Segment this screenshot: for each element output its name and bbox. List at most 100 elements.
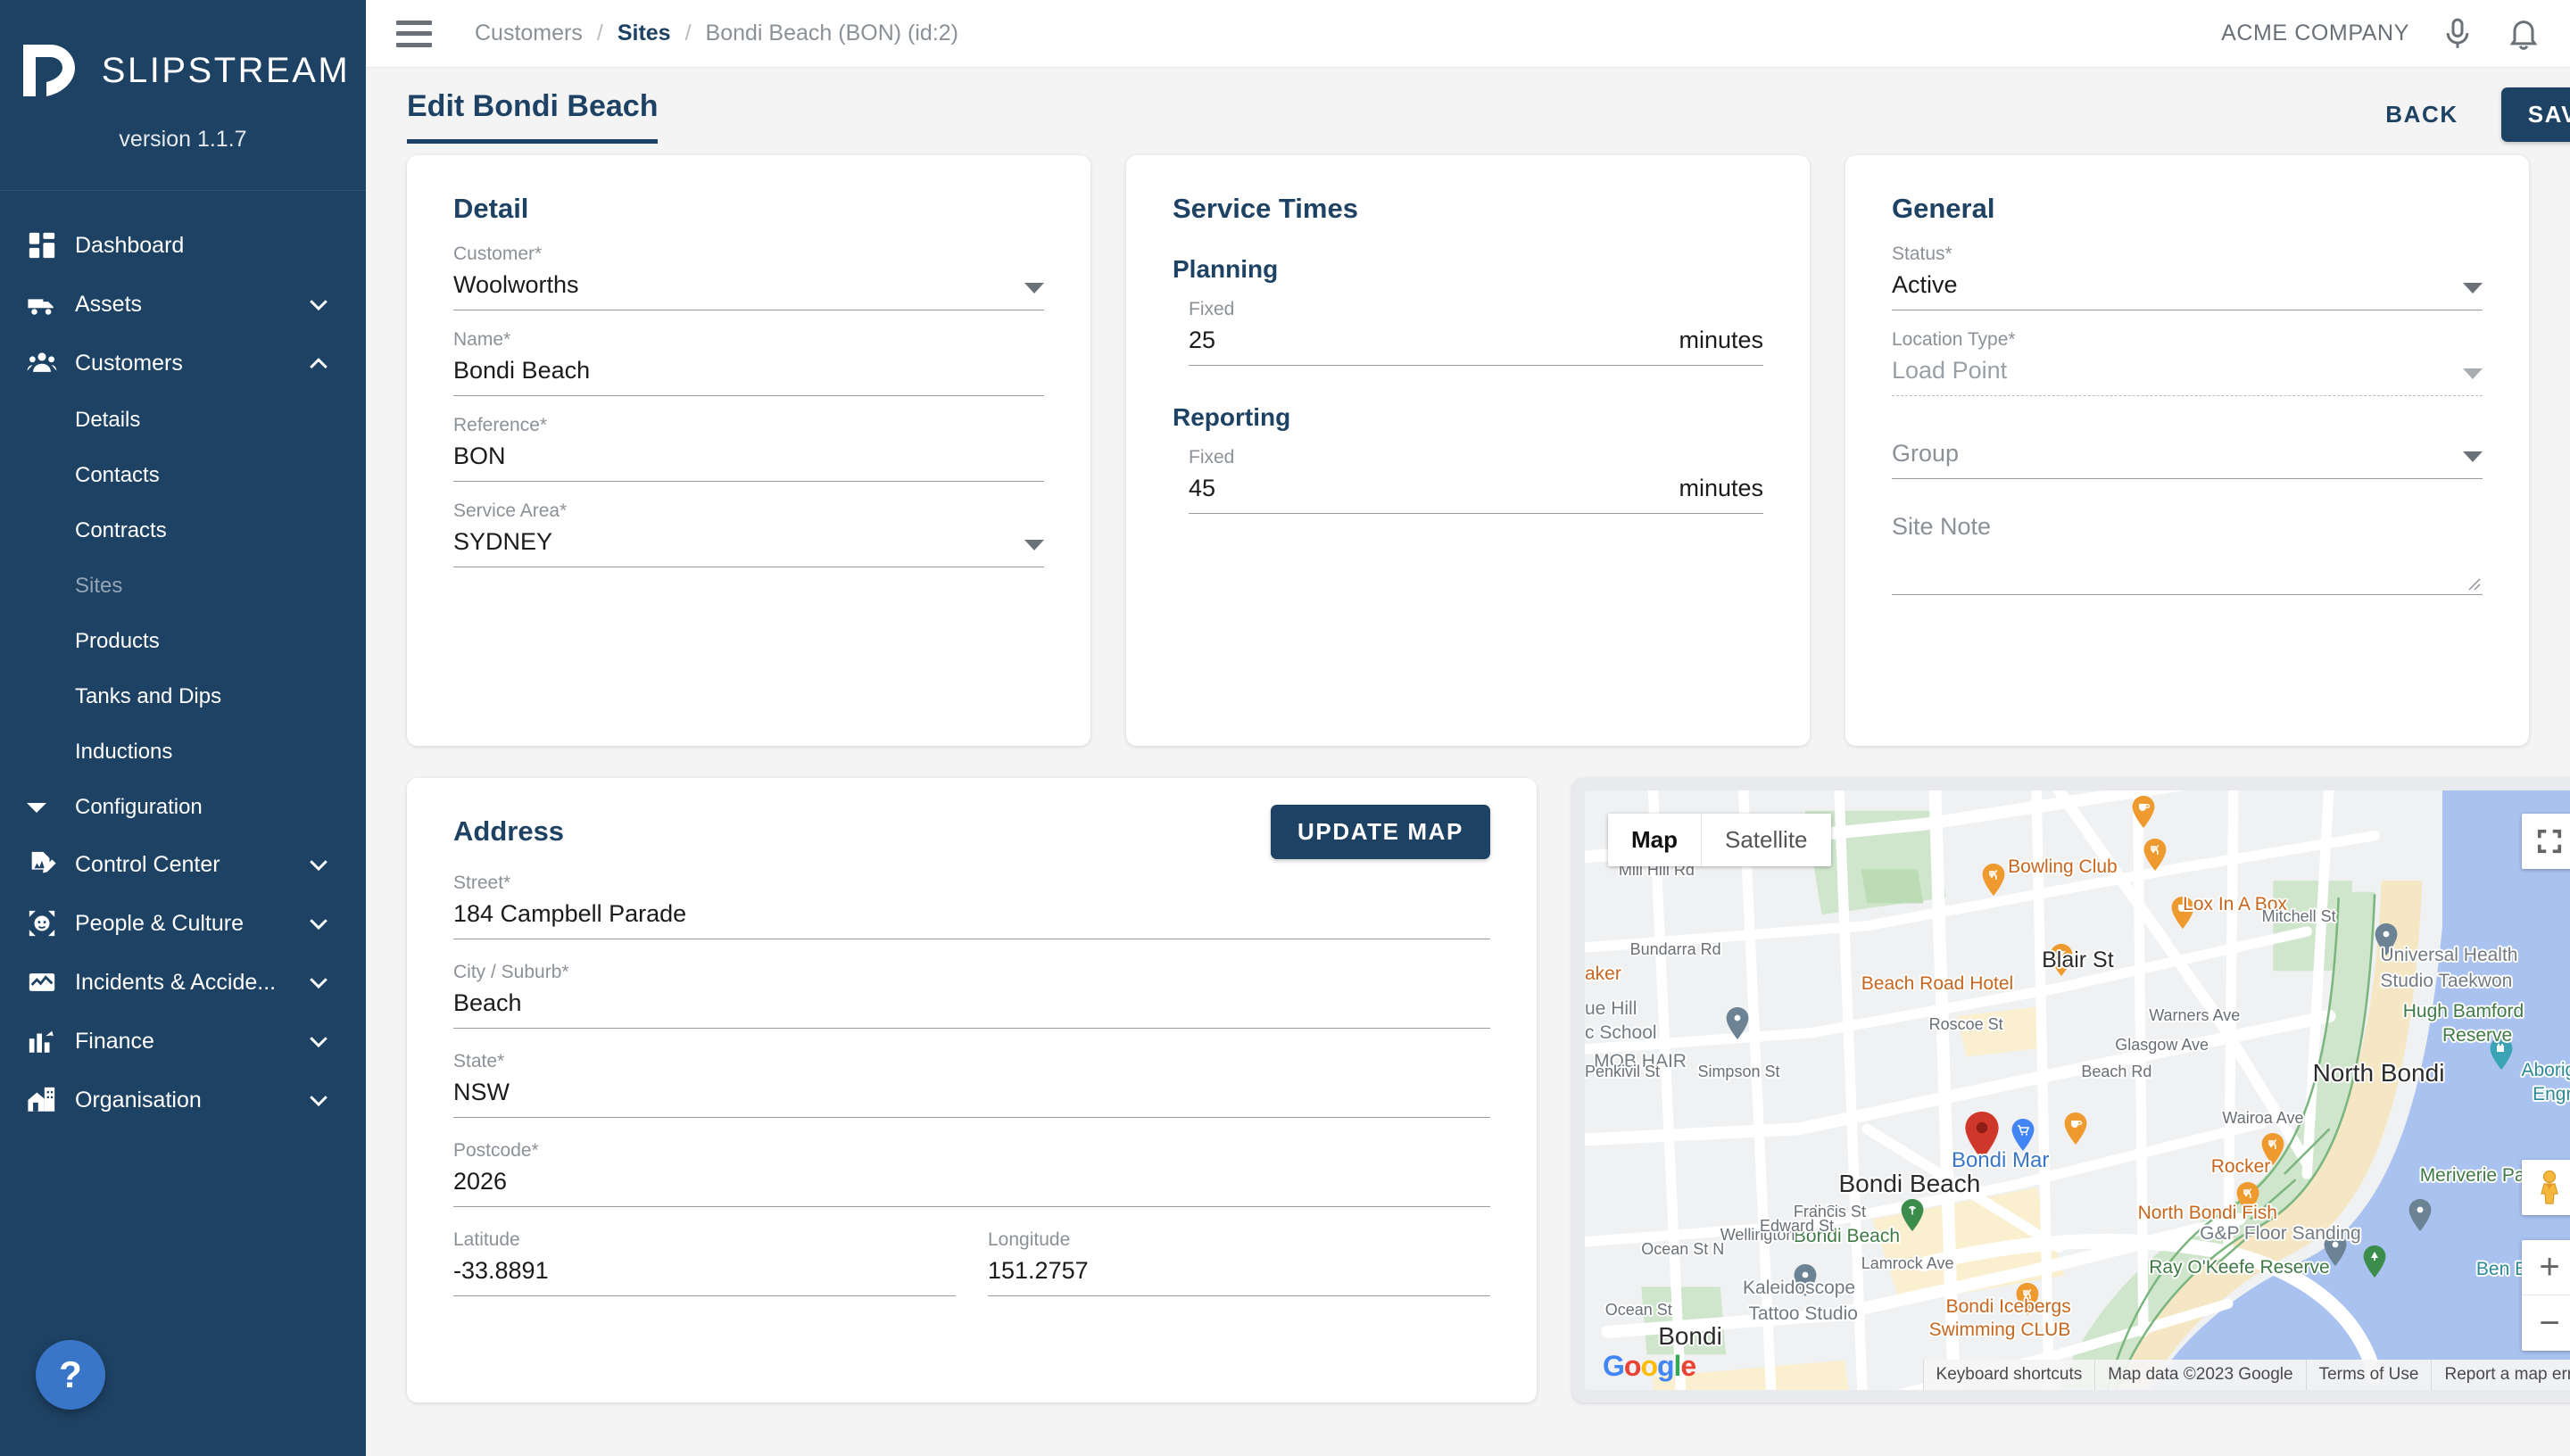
- sidebar-item-products[interactable]: Products: [0, 614, 366, 669]
- keyboard-shortcuts-link[interactable]: Keyboard shortcuts: [1922, 1360, 2095, 1390]
- map-pin-cart[interactable]: [2011, 1119, 2035, 1152]
- field-name-label: Name*: [453, 329, 511, 350]
- chevron-down-icon[interactable]: [305, 851, 332, 878]
- field-planning-fixed-control[interactable]: 25 minutes: [1189, 318, 1763, 366]
- sidebar-item-incidents-accide[interactable]: Incidents & Accide...: [0, 953, 366, 1012]
- map-label: Lamrock Ave: [1861, 1253, 1954, 1272]
- field-status: Status* Active: [1892, 244, 2483, 310]
- chevron-down-icon[interactable]: [305, 969, 332, 996]
- sidebar-item-configuration[interactable]: Configuration: [0, 780, 366, 835]
- field-longitude: Longitude 151.2757: [988, 1230, 1490, 1296]
- field-latitude-control[interactable]: -33.8891: [453, 1249, 956, 1296]
- field-postcode-control[interactable]: 2026: [453, 1160, 1490, 1207]
- breadcrumb-item-sites[interactable]: Sites: [618, 21, 671, 46]
- map-label: Penkivil St: [1585, 1062, 1661, 1080]
- notification-bell-icon[interactable]: [2506, 16, 2541, 52]
- field-service-area-control[interactable]: SYDNEY: [453, 520, 1044, 567]
- sidebar-item-dashboard[interactable]: Dashboard: [0, 216, 366, 275]
- field-name: Name* Bondi Beach: [453, 330, 1044, 396]
- report-map-error-link[interactable]: Report a map error: [2431, 1360, 2570, 1390]
- chevron-up-icon[interactable]: [305, 350, 332, 376]
- sidebar-item-control-center[interactable]: Control Center: [0, 835, 366, 894]
- field-customer-control[interactable]: Woolworths: [453, 263, 1044, 310]
- field-state-control[interactable]: NSW: [453, 1071, 1490, 1118]
- field-street-control[interactable]: 184 Campbell Parade: [453, 892, 1490, 939]
- sidebar-item-label: Dashboard: [75, 232, 185, 258]
- resize-handle-icon[interactable]: [2465, 575, 2481, 591]
- slipstream-logo-icon: [16, 37, 82, 103]
- map-pin-park[interactable]: [1901, 1198, 1924, 1231]
- map-pin-restaurant[interactable]: [2143, 839, 2167, 872]
- sidebar-item-label: Products: [75, 629, 160, 653]
- sidebar-item-assets[interactable]: Assets: [0, 275, 366, 334]
- document-edit-icon: [27, 849, 75, 880]
- map-pin-dot[interactable]: [1726, 1007, 1749, 1040]
- sidebar-item-people-culture[interactable]: People & Culture: [0, 894, 366, 953]
- field-customer-value: Woolworths: [453, 271, 579, 298]
- back-button[interactable]: BACK: [2376, 90, 2467, 139]
- zoom-in-button[interactable]: +: [2522, 1240, 2570, 1295]
- sidebar-item-contracts[interactable]: Contracts: [0, 503, 366, 558]
- field-status-label: Status*: [1892, 244, 1952, 264]
- update-map-button[interactable]: UPDATE MAP: [1271, 805, 1490, 859]
- map-pin-cafe[interactable]: [2064, 1112, 2087, 1145]
- page-header: Edit Bondi Beach BACK SAVE: [366, 68, 2570, 144]
- sidebar-divider: [0, 190, 366, 191]
- field-name-control[interactable]: Bondi Beach: [453, 349, 1044, 396]
- save-button[interactable]: SAVE: [2500, 87, 2570, 142]
- map-type-map[interactable]: Map: [1608, 814, 1701, 866]
- map-pin-tree[interactable]: [2363, 1245, 2386, 1278]
- cards-row-bottom: Address UPDATE MAP Street* 184 Campbell …: [407, 778, 2570, 1402]
- map-pin-cafe[interactable]: [2132, 796, 2155, 828]
- map-pin-restaurant[interactable]: [1982, 863, 2005, 896]
- sidebar-item-customers[interactable]: Customers: [0, 334, 366, 393]
- sidebar-item-organisation[interactable]: Organisation: [0, 1071, 366, 1129]
- main-area: Customers / Sites / Bondi Beach (BON) (i…: [366, 0, 2570, 1456]
- field-longitude-control[interactable]: 151.2757: [988, 1249, 1490, 1296]
- reporting-heading: Reporting: [1173, 403, 1291, 431]
- detail-card: Detail Customer* Woolworths Name* Bondi …: [407, 155, 1090, 746]
- map-label: Hugh Bamford: [2402, 1001, 2524, 1022]
- chevron-down-icon[interactable]: [305, 1087, 332, 1113]
- field-reporting-fixed-control[interactable]: 45 minutes: [1189, 467, 1763, 514]
- map-label: Studio Taekwon: [2380, 970, 2513, 991]
- sidebar-item-inductions[interactable]: Inductions: [0, 724, 366, 780]
- fullscreen-icon[interactable]: [2522, 814, 2570, 869]
- sidebar-item-finance[interactable]: Finance: [0, 1012, 366, 1071]
- field-city-control[interactable]: Beach: [453, 981, 1490, 1029]
- field-latitude-value: -33.8891: [453, 1257, 549, 1284]
- brand-name: SLIPSTREAM: [101, 50, 351, 90]
- sidebar-item-tanks-and-dips[interactable]: Tanks and Dips: [0, 669, 366, 724]
- chevron-down-icon[interactable]: [305, 1028, 332, 1055]
- field-status-control[interactable]: Active: [1892, 263, 2483, 310]
- breadcrumb-item-customers[interactable]: Customers: [475, 21, 583, 46]
- map-viewport[interactable]: Map Satellite + − Bowling Club Lox In A …: [1585, 790, 2570, 1390]
- chevron-down-icon[interactable]: [305, 910, 332, 937]
- help-button[interactable]: ?: [36, 1340, 105, 1410]
- terms-of-use-link[interactable]: Terms of Use: [2305, 1360, 2432, 1390]
- field-group-control[interactable]: Group: [1892, 432, 2483, 479]
- field-location-type-value: Load Point: [1892, 357, 2008, 384]
- chevron-down-icon: [1024, 283, 1044, 294]
- sidebar-item-sites[interactable]: Sites: [0, 558, 366, 614]
- microphone-icon[interactable]: [2440, 16, 2475, 52]
- street-view-pegman-icon[interactable]: [2522, 1160, 2570, 1215]
- hamburger-icon[interactable]: [396, 20, 432, 47]
- map-base-graphic: [1585, 790, 2570, 1390]
- field-postcode: Postcode* 2026: [453, 1141, 1490, 1207]
- sidebar-item-label: Configuration: [75, 795, 203, 819]
- chevron-down-icon[interactable]: [305, 291, 332, 318]
- finance-bars-icon: [27, 1026, 75, 1056]
- map-type-satellite[interactable]: Satellite: [1701, 814, 1831, 866]
- map-pin-dot[interactable]: [2408, 1198, 2432, 1231]
- field-reference-control[interactable]: BON: [453, 434, 1044, 482]
- field-service-area-label: Service Area*: [453, 500, 568, 521]
- map-label: Kaleidoscope: [1743, 1278, 1856, 1298]
- field-site-note-control[interactable]: Site Note: [1892, 513, 2483, 595]
- map-label: Rocker: [2210, 1155, 2271, 1177]
- field-site-note: Site Note: [1892, 513, 2483, 595]
- zoom-out-button[interactable]: −: [2522, 1295, 2570, 1351]
- sidebar-item-contacts[interactable]: Contacts: [0, 448, 366, 503]
- sidebar-item-details[interactable]: Details: [0, 393, 366, 448]
- page-title-underline: [407, 139, 659, 144]
